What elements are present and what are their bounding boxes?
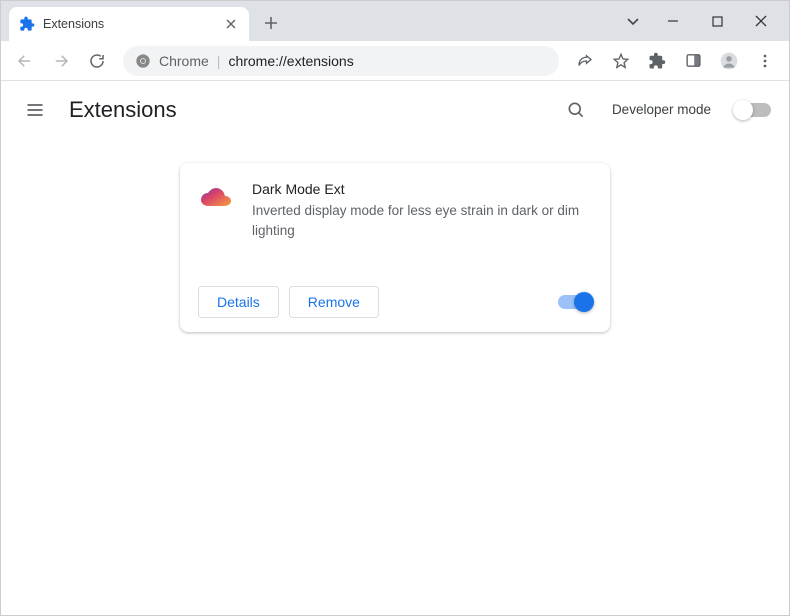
back-button[interactable]	[9, 45, 41, 77]
extensions-content: Dark Mode Ext Inverted display mode for …	[1, 139, 789, 615]
search-extensions-button[interactable]	[558, 92, 594, 128]
page-header: Extensions Developer mode	[1, 81, 789, 139]
main-menu-button[interactable]	[19, 94, 51, 126]
share-button[interactable]	[569, 45, 601, 77]
new-tab-button[interactable]	[257, 9, 285, 37]
details-button[interactable]: Details	[198, 286, 279, 318]
chrome-menu-button[interactable]	[749, 45, 781, 77]
extension-description: Inverted display mode for less eye strai…	[252, 201, 592, 240]
close-window-button[interactable]	[739, 6, 783, 36]
page-title: Extensions	[69, 97, 177, 123]
sidepanel-button[interactable]	[677, 45, 709, 77]
card-top: Dark Mode Ext Inverted display mode for …	[198, 181, 592, 240]
chrome-logo-icon	[135, 53, 151, 69]
toggle-knob	[574, 292, 594, 312]
extension-card: Dark Mode Ext Inverted display mode for …	[180, 163, 610, 332]
toggle-knob	[733, 100, 753, 120]
remove-button[interactable]: Remove	[289, 286, 379, 318]
forward-button[interactable]	[45, 45, 77, 77]
developer-mode-label: Developer mode	[612, 102, 711, 117]
window-controls	[615, 1, 789, 41]
profile-button[interactable]	[713, 45, 745, 77]
browser-tab[interactable]: Extensions	[9, 7, 249, 41]
omnibox-prefix: Chrome	[159, 53, 209, 69]
maximize-button[interactable]	[695, 6, 739, 36]
extension-info: Dark Mode Ext Inverted display mode for …	[252, 181, 592, 240]
tab-strip: Extensions	[1, 1, 285, 41]
address-bar[interactable]: Chrome | chrome://extensions	[123, 46, 559, 76]
minimize-button[interactable]	[651, 6, 695, 36]
puzzle-icon	[19, 16, 35, 32]
extension-enable-toggle[interactable]	[558, 295, 592, 309]
browser-window: Extensions	[0, 0, 790, 616]
developer-mode-toggle[interactable]	[735, 103, 771, 117]
tab-search-button[interactable]	[615, 6, 651, 36]
omnibox-url: chrome://extensions	[228, 53, 353, 69]
reload-button[interactable]	[81, 45, 113, 77]
tab-title: Extensions	[43, 17, 215, 31]
titlebar-spacer	[285, 1, 615, 41]
bookmark-button[interactable]	[605, 45, 637, 77]
extension-name: Dark Mode Ext	[252, 181, 592, 197]
browser-toolbar: Chrome | chrome://extensions	[1, 41, 789, 81]
card-actions: Details Remove	[198, 286, 592, 318]
extension-icon	[198, 181, 234, 217]
omnibox-separator: |	[217, 53, 221, 69]
close-tab-button[interactable]	[223, 16, 239, 32]
titlebar: Extensions	[1, 1, 789, 41]
extensions-button[interactable]	[641, 45, 673, 77]
